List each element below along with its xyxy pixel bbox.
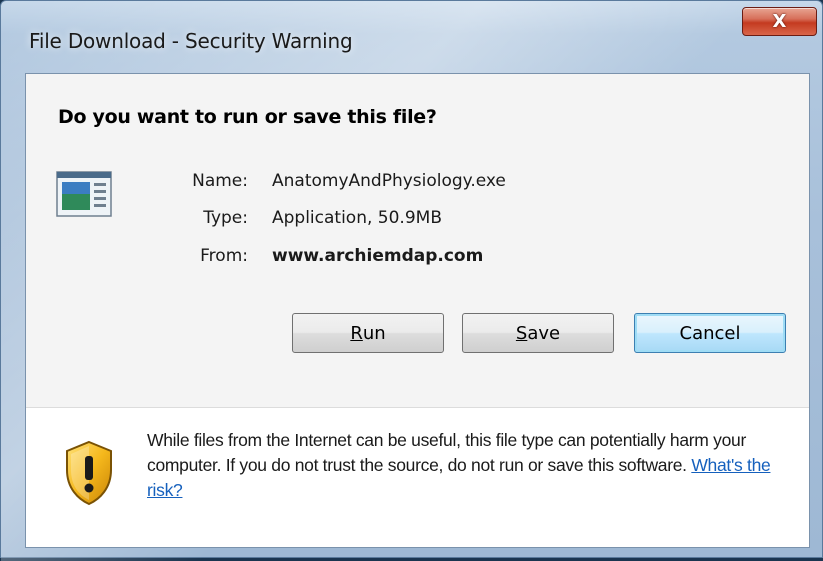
run-label-rest: un	[362, 322, 386, 344]
dialog-window: File Download - Security Warning X Do yo…	[0, 0, 823, 561]
shield-warning-icon	[66, 440, 112, 506]
warning-panel: While files from the Internet can be use…	[26, 408, 809, 547]
name-value: AnatomyAndPhysiology.exe	[272, 171, 506, 191]
cancel-button[interactable]: Cancel	[634, 313, 786, 353]
dialog-question: Do you want to run or save this file?	[58, 106, 437, 128]
run-button[interactable]: Run	[292, 313, 444, 353]
type-value: Application, 50.9MB	[272, 208, 442, 228]
from-value: www.archiemdap.com	[272, 246, 484, 266]
application-window-icon	[56, 171, 112, 217]
save-label-rest: ave	[527, 322, 561, 344]
cancel-label: Cancel	[679, 322, 741, 344]
warning-message: While files from the Internet can be use…	[147, 428, 807, 503]
warning-text: While files from the Internet can be use…	[147, 430, 746, 475]
file-info-panel: Do you want to run or save this file? Na…	[26, 74, 809, 407]
from-label: From:	[200, 246, 248, 266]
name-label: Name:	[192, 171, 248, 191]
close-icon: X	[772, 11, 787, 32]
window-title: File Download - Security Warning	[29, 29, 353, 53]
close-button[interactable]: X	[742, 7, 817, 36]
dialog-body: Do you want to run or save this file? Na…	[25, 73, 810, 548]
run-mnemonic: R	[350, 322, 363, 344]
save-mnemonic: S	[515, 322, 528, 344]
type-label: Type:	[203, 208, 248, 228]
title-bar[interactable]: File Download - Security Warning X	[1, 1, 823, 53]
save-button[interactable]: Save	[462, 313, 614, 353]
